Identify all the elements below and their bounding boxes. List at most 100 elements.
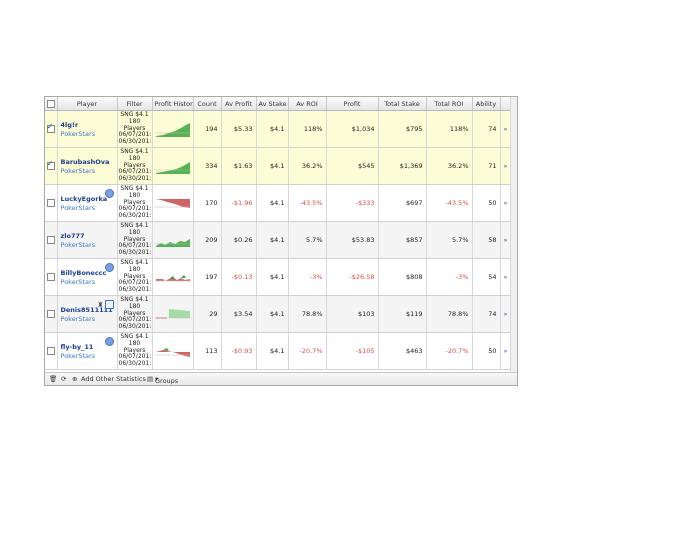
- player-name[interactable]: zlo777: [61, 232, 114, 240]
- groups-label: Groups: [155, 377, 179, 385]
- row-checkbox[interactable]: [45, 147, 58, 185]
- col-header-ability[interactable]: Ability: [472, 97, 501, 111]
- refresh-icon[interactable]: ⟳: [61, 375, 66, 383]
- player-site: PokerStars: [60, 166, 96, 175]
- av-profit-cell: -$0.13: [221, 258, 257, 296]
- player-cell[interactable]: Denis8511111 PokerStars ♜: [57, 295, 118, 333]
- player-avatar-icon: [104, 189, 114, 198]
- player-site: PokerStars: [60, 351, 96, 360]
- trash-icon[interactable]: 🗑: [49, 375, 57, 383]
- count-cell: 334: [193, 147, 222, 185]
- vertical-scrollbar[interactable]: [510, 97, 517, 374]
- profit-history-cell: [152, 332, 194, 370]
- player-avatar-icon: [104, 337, 114, 346]
- row-checkbox[interactable]: [45, 184, 58, 222]
- av-stake-cell: $4.1: [256, 258, 289, 296]
- count-cell: 197: [193, 258, 222, 296]
- table-row[interactable]: Denis8511111 PokerStars ♜ SNG $4.1 180 Player…: [45, 295, 512, 333]
- table-row[interactable]: fly-by_11 PokerStars SNG $4.1 180 Players 06/…: [45, 332, 512, 370]
- table-row[interactable]: BarubashOvaPokerStarsSNG $4.1180Players0…: [45, 147, 512, 185]
- add-icon: ⊕: [72, 375, 78, 383]
- filter-cell: SNG $4.1 180 Players 06/07/201: 06/30/201:: [117, 147, 153, 185]
- player-cell[interactable]: BarubashOva PokerStars: [57, 147, 118, 185]
- av-roi-cell: -43.5%: [288, 184, 327, 222]
- player-name[interactable]: BarubashOva: [61, 158, 114, 166]
- player-cell[interactable]: BillyBoneccc PokerStars: [57, 258, 118, 296]
- profit-history-sparkline: [154, 239, 191, 247]
- profit-cell: -$333: [326, 184, 379, 222]
- av-profit-cell: -$1.96: [221, 184, 257, 222]
- profit-cell: $103: [326, 295, 379, 333]
- player-cell[interactable]: zlo777 PokerStars: [57, 221, 118, 259]
- row-checkbox[interactable]: [45, 110, 58, 148]
- filter-cell: SNG $4.1 180 Players 06/07/201: 06/30/201:: [117, 221, 153, 259]
- count-cell: 209: [193, 221, 222, 259]
- player-cell[interactable]: 4lg!r PokerStars: [57, 110, 118, 148]
- col-header-total-roi[interactable]: Total ROI: [426, 97, 473, 111]
- profit-history-sparkline: [154, 309, 191, 319]
- av-roi-cell: 118%: [288, 110, 327, 148]
- av-profit-cell: $1.63: [221, 147, 257, 185]
- groups-icon: ▤: [147, 375, 154, 383]
- count-cell: 113: [193, 332, 222, 370]
- row-checkbox[interactable]: [45, 221, 58, 259]
- select-all-checkbox[interactable]: [45, 97, 58, 111]
- trophy-icon: ♜: [97, 300, 104, 309]
- ability-cell: 74: [472, 110, 501, 148]
- grid-footer: 🗑 ⟳ ⊕ Add Other Statistics ▤ Groups ▾: [45, 372, 517, 385]
- count-cell: 194: [193, 110, 222, 148]
- av-roi-cell: -3%: [288, 258, 327, 296]
- col-header-av-stake[interactable]: Av Stake: [256, 97, 289, 111]
- profit-cell: $1,034: [326, 110, 379, 148]
- player-site: PokerStars: [60, 203, 96, 212]
- note-icon[interactable]: [104, 300, 114, 309]
- total-stake-cell: $808: [378, 258, 427, 296]
- player-site: PokerStars: [60, 129, 96, 138]
- row-checkbox[interactable]: [45, 295, 58, 333]
- player-cell[interactable]: fly-by_11 PokerStars: [57, 332, 118, 370]
- count-cell: 29: [193, 295, 222, 333]
- total-roi-cell: 5.7%: [426, 221, 473, 259]
- av-stake-cell: $4.1: [256, 147, 289, 185]
- ability-cell: 58: [472, 221, 501, 259]
- player-name[interactable]: 4lg!r: [61, 121, 114, 129]
- av-stake-cell: $4.1: [256, 332, 289, 370]
- player-cell[interactable]: LuckyEgorka PokerStars: [57, 184, 118, 222]
- col-header-av-roi[interactable]: Av ROI: [288, 97, 327, 111]
- header-row: Player Filter Profit Histor Count Av Pro…: [45, 97, 512, 111]
- profit-history-sparkline: [154, 199, 191, 208]
- filter-line: 06/30/201:: [118, 175, 152, 183]
- groups-dropdown[interactable]: Groups ▾: [155, 375, 178, 385]
- table-row[interactable]: LuckyEgorka PokerStars SNG $4.1 180 Players 0…: [45, 184, 512, 222]
- col-header-total-stake[interactable]: Total Stake: [378, 97, 427, 111]
- total-roi-cell: 36.2%: [426, 147, 473, 185]
- filter-cell: SNG $4.1 180 Players 06/07/201: 06/30/201:: [117, 258, 153, 296]
- row-checkbox[interactable]: [45, 332, 58, 370]
- col-header-player[interactable]: Player: [57, 97, 118, 111]
- filter-line: 06/30/201:: [118, 286, 152, 294]
- filter-line: 06/30/201:: [118, 360, 152, 368]
- col-header-profit[interactable]: Profit: [326, 97, 379, 111]
- av-stake-cell: $4.1: [256, 221, 289, 259]
- filter-line: 06/30/201:: [118, 323, 152, 331]
- table-row[interactable]: 4lg!rPokerStarsSNG $4.1180Players06/07/2…: [45, 110, 512, 148]
- total-stake-cell: $795: [378, 110, 427, 148]
- profit-history-cell: [152, 258, 194, 296]
- col-header-profit-history[interactable]: Profit Histor: [152, 97, 194, 111]
- profit-history-cell: [152, 184, 194, 222]
- total-roi-cell: -3%: [426, 258, 473, 296]
- av-stake-cell: $4.1: [256, 110, 289, 148]
- table-row[interactable]: zlo777 PokerStars SNG $4.1 180 Players 06/07/…: [45, 221, 512, 259]
- av-profit-cell: $0.26: [221, 221, 257, 259]
- add-other-statistics-link[interactable]: Add Other Statistics: [81, 375, 146, 383]
- col-header-av-profit[interactable]: Av Profit: [221, 97, 257, 111]
- table-row[interactable]: BillyBoneccc PokerStars SNG $4.1 180 Players…: [45, 258, 512, 296]
- av-roi-cell: -20.7%: [288, 332, 327, 370]
- player-avatar-icon: [104, 263, 114, 272]
- col-header-count[interactable]: Count: [193, 97, 222, 111]
- row-checkbox[interactable]: [45, 258, 58, 296]
- player-site: PokerStars: [60, 240, 96, 249]
- profit-cell: -$105: [326, 332, 379, 370]
- ability-cell: 54: [472, 258, 501, 296]
- col-header-filter[interactable]: Filter: [117, 97, 153, 111]
